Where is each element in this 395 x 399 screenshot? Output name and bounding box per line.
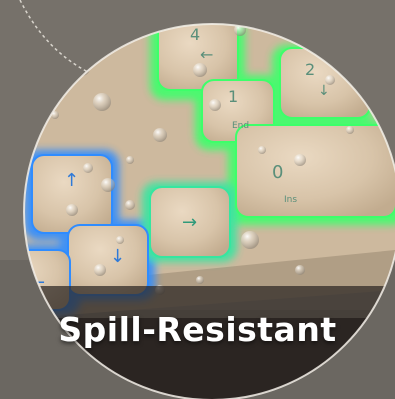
key-down-arrow: ↓ (110, 246, 125, 267)
key-up-arrow: ↑ (64, 170, 79, 191)
key-2-label: 2 (305, 60, 315, 79)
key-4-arrow: ← (200, 45, 213, 64)
key-0-sublabel: Ins (284, 195, 297, 205)
key-1-sublabel: End (232, 121, 249, 131)
key-right-arrow: → (182, 212, 197, 233)
spill-resistant-keyboard-photo: 4 ← 2 ↓ 1 End 0 Ins ↑ ↓ → ← (0, 0, 395, 399)
key-4-label: 4 (190, 25, 200, 44)
key-0-label: 0 (272, 162, 283, 183)
key-1-label: 1 (228, 87, 238, 106)
key-2-arrow: ↓ (318, 83, 330, 99)
